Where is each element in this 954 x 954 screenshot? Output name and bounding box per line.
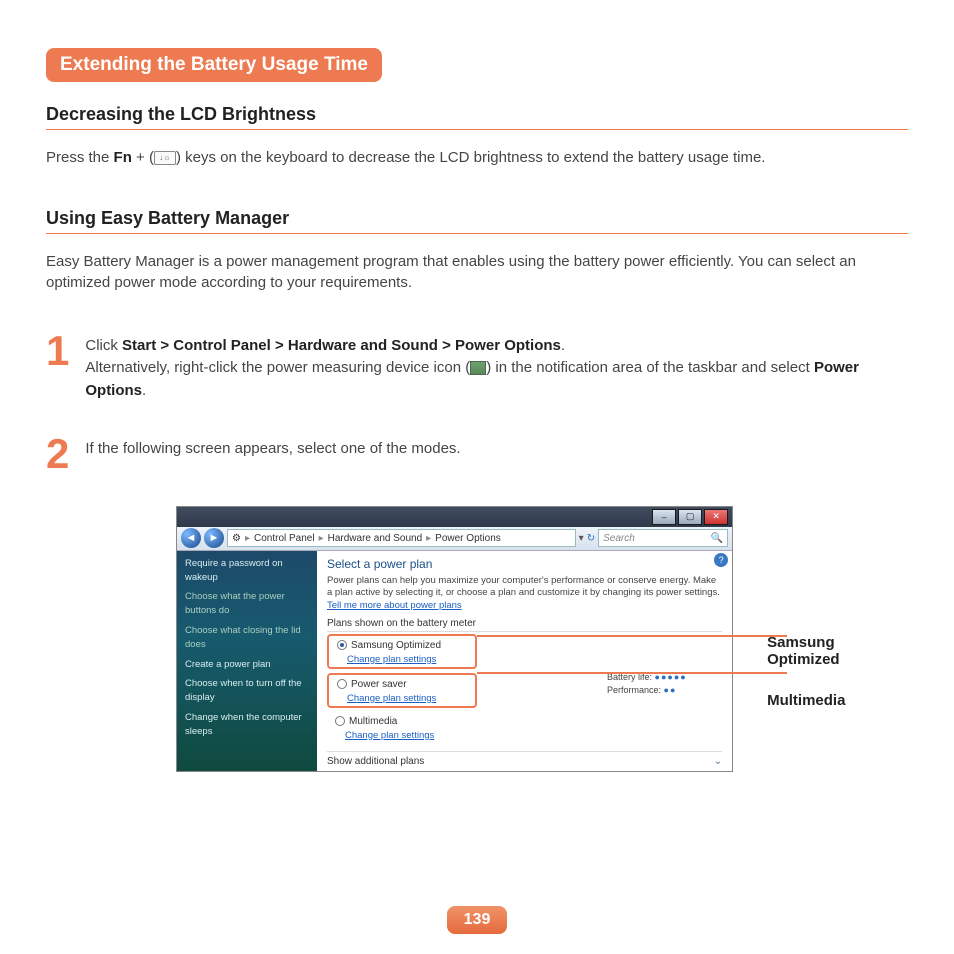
- step-number: 1: [46, 333, 69, 403]
- plan-samsung-optimized[interactable]: Samsung Optimized Change plan settings: [327, 634, 477, 669]
- plan-multimedia[interactable]: Multimedia Change plan settings: [327, 712, 722, 743]
- content-pane: ? Select a power plan Power plans can he…: [317, 551, 732, 771]
- page-number: 139: [447, 906, 507, 934]
- heading-ebm: Using Easy Battery Manager: [46, 208, 908, 234]
- text: .: [561, 337, 565, 354]
- text: + (: [132, 149, 154, 166]
- sidebar-link[interactable]: Choose what closing the lid does: [185, 624, 309, 652]
- para-ebm: Easy Battery Manager is a power manageme…: [46, 252, 908, 293]
- battery-tray-icon: [470, 361, 486, 375]
- step-text: If the following screen appears, select …: [85, 436, 908, 472]
- maximize-button[interactable]: ▢: [678, 509, 702, 525]
- callout-multimedia: Multimedia: [767, 692, 908, 709]
- sidebar-link[interactable]: Change when the computer sleeps: [185, 711, 309, 739]
- callout-leader: [477, 672, 787, 674]
- text: Press the: [46, 149, 114, 166]
- search-input[interactable]: Search 🔍: [598, 529, 728, 547]
- text: .: [142, 382, 146, 399]
- section-badge: Extending the Battery Usage Time: [46, 48, 382, 82]
- plan-name: Power saver: [351, 679, 407, 690]
- text: ) in the notification area of the taskba…: [486, 359, 814, 376]
- search-icon: 🔍: [711, 533, 723, 544]
- breadcrumb-item[interactable]: Hardware and Sound: [328, 533, 423, 544]
- forward-button[interactable]: ►: [204, 528, 224, 548]
- text: Alternatively, right-click the power mea…: [85, 359, 470, 376]
- fn-key-label: Fn: [114, 149, 132, 166]
- brightness-down-key-icon: ↓☼: [154, 151, 176, 165]
- radio-icon[interactable]: [335, 716, 345, 726]
- plan-name: Multimedia: [349, 716, 397, 727]
- chevron-down-icon: ⌄: [714, 756, 722, 767]
- breadcrumb-item[interactable]: Control Panel: [254, 533, 315, 544]
- breadcrumb-item[interactable]: Power Options: [435, 533, 501, 544]
- minimize-button[interactable]: –: [652, 509, 676, 525]
- sidebar: Require a password on wakeup Choose what…: [177, 551, 317, 771]
- content-desc: Power plans can help you maximize your c…: [327, 575, 722, 612]
- para-lcd: Press the Fn + (↓☼) keys on the keyboard…: [46, 148, 908, 168]
- sidebar-link[interactable]: Require a password on wakeup: [185, 557, 309, 585]
- change-plan-link[interactable]: Change plan settings: [347, 654, 471, 665]
- back-button[interactable]: ◄: [181, 528, 201, 548]
- text: ) keys on the keyboard to decrease the L…: [176, 149, 766, 166]
- plans-subheading: Plans shown on the battery meter: [327, 618, 722, 632]
- breadcrumb[interactable]: ⚙ ▸ Control Panel ▸ Hardware and Sound ▸…: [227, 529, 576, 547]
- help-icon[interactable]: ?: [714, 553, 728, 567]
- plan-meters: Battery life: ●●●●● Performance: ●●: [607, 671, 687, 698]
- text: Click: [85, 337, 122, 354]
- callout-leader: [477, 635, 787, 637]
- power-options-window: – ▢ ✕ ◄ ► ⚙ ▸ Control Panel ▸ Hardware a…: [176, 506, 733, 772]
- radio-icon[interactable]: [337, 640, 347, 650]
- path-bold: Start > Control Panel > Hardware and Sou…: [122, 337, 561, 354]
- titlebar: – ▢ ✕: [177, 507, 732, 527]
- sidebar-link[interactable]: Create a power plan: [185, 658, 309, 672]
- step-2: 2 If the following screen appears, selec…: [46, 436, 908, 472]
- show-additional-plans[interactable]: Show additional plans ⌄: [327, 751, 722, 767]
- change-plan-link[interactable]: Change plan settings: [347, 693, 471, 704]
- plan-name: Samsung Optimized: [351, 640, 441, 651]
- heading-lcd: Decreasing the LCD Brightness: [46, 104, 908, 130]
- plan-power-saver[interactable]: Power saver Change plan settings: [327, 673, 477, 708]
- breadcrumb-icon: ⚙: [232, 533, 241, 544]
- address-bar: ◄ ► ⚙ ▸ Control Panel ▸ Hardware and Sou…: [177, 527, 732, 551]
- radio-icon[interactable]: [337, 679, 347, 689]
- callout-samsung-optimized: Samsung Optimized: [767, 634, 908, 668]
- change-plan-link[interactable]: Change plan settings: [345, 730, 718, 741]
- sidebar-link[interactable]: Choose when to turn off the display: [185, 677, 309, 705]
- step-number: 2: [46, 436, 69, 472]
- step-1: 1 Click Start > Control Panel > Hardware…: [46, 333, 908, 403]
- content-title: Select a power plan: [327, 557, 722, 571]
- sidebar-link[interactable]: Choose what the power buttons do: [185, 590, 309, 618]
- close-button[interactable]: ✕: [704, 509, 728, 525]
- tell-me-more-link[interactable]: Tell me more about power plans: [327, 600, 462, 611]
- search-placeholder: Search: [603, 533, 635, 544]
